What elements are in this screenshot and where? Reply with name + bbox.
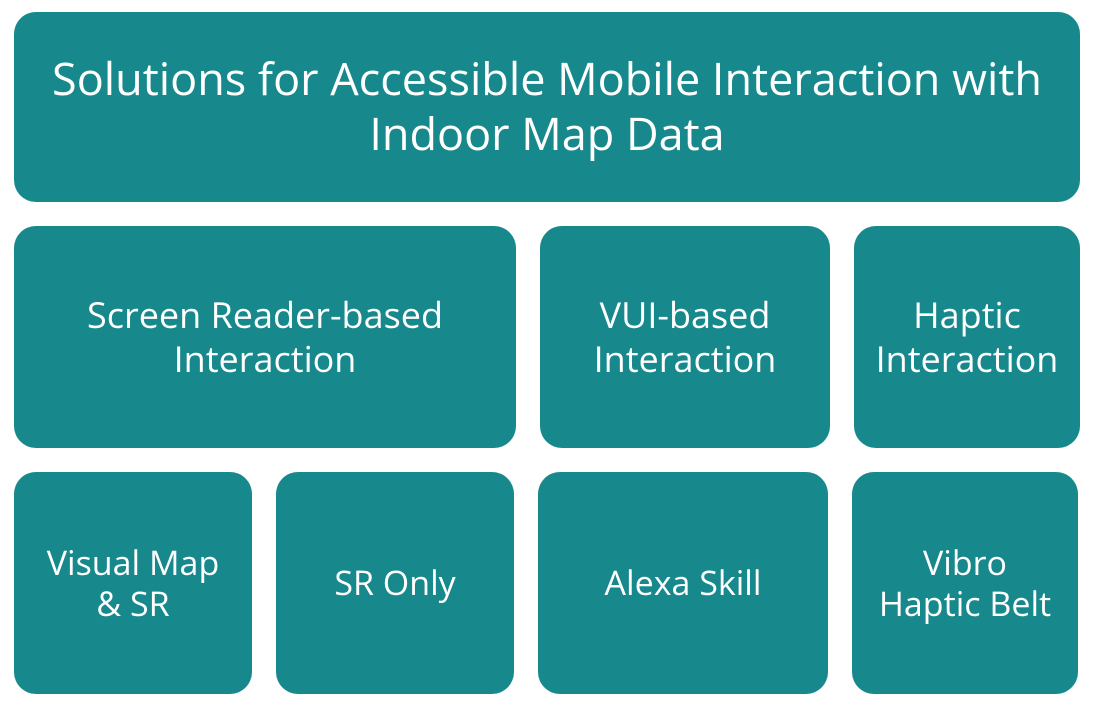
category-haptic: Haptic Interaction (854, 226, 1080, 448)
leaf-vibro-haptic-belt: Vibro Haptic Belt (852, 472, 1078, 694)
category-label: Screen Reader-based Interaction (30, 293, 500, 381)
category-vui: VUI-based Interaction (540, 226, 830, 448)
diagram-title-box: Solutions for Accessible Mobile Interact… (14, 12, 1080, 202)
category-row: Screen Reader-based Interaction VUI-base… (14, 226, 1080, 448)
leaf-label: Vibro Haptic Belt (868, 542, 1062, 625)
diagram-title-text: Solutions for Accessible Mobile Interact… (30, 52, 1064, 162)
leaf-alexa-skill: Alexa Skill (538, 472, 828, 694)
leaf-sr-only: SR Only (276, 472, 514, 694)
category-label: VUI-based Interaction (556, 293, 814, 381)
hierarchy-diagram: Solutions for Accessible Mobile Interact… (14, 12, 1080, 712)
leaf-visual-map-sr: Visual Map & SR (14, 472, 252, 694)
leaf-label: SR Only (334, 562, 455, 603)
category-label: Haptic Interaction (870, 293, 1064, 381)
leaf-label: Visual Map & SR (30, 542, 236, 625)
category-screen-reader: Screen Reader-based Interaction (14, 226, 516, 448)
leaf-label: Alexa Skill (605, 562, 762, 603)
leaf-row: Visual Map & SR SR Only Alexa Skill Vibr… (14, 472, 1080, 694)
